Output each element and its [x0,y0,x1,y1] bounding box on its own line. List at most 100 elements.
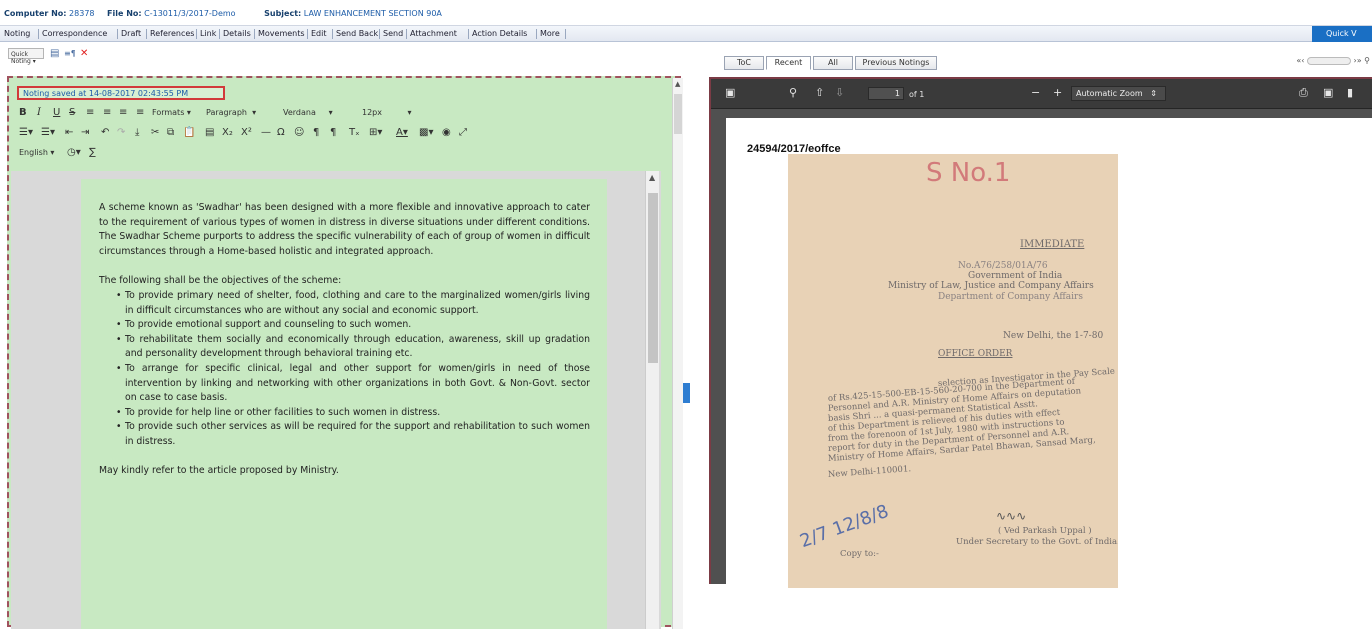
outdent-icon[interactable]: ⇤ [65,126,73,140]
scrollbar-thumb[interactable] [674,94,682,134]
file-no: C-13011/3/2017-Demo [144,9,236,18]
scroll-up-icon[interactable]: ▲ [675,80,680,88]
undo-icon[interactable]: ↶ [101,126,109,140]
menu-details[interactable]: Details [223,29,251,38]
document-slider[interactable] [1306,56,1351,65]
bold-icon[interactable]: B [19,106,27,120]
editor-scrollbar[interactable]: ▲ [672,78,683,629]
align-center-icon[interactable]: ≡ [103,106,111,120]
tab-toc[interactable]: ToC [724,56,764,70]
chevron-down-icon: ▾ [328,108,333,117]
paste-icon[interactable]: 📋 [183,126,195,140]
rtl-icon[interactable]: ¶ [330,126,336,140]
clock-icon[interactable]: ◷▾ [67,146,81,160]
menu-noting[interactable]: Noting [4,29,30,38]
scan-line: Under Secretary to the Govt. of India. [956,537,1118,547]
zoom-in-icon[interactable]: + [1053,87,1062,99]
preview-icon[interactable]: ◉ [442,126,451,140]
next-page-icon[interactable]: ⇩ [835,87,844,99]
indent-icon[interactable]: ⇥ [81,126,89,140]
cut-icon[interactable]: ✂ [151,126,159,140]
menu-draft[interactable]: Draft [121,29,141,38]
align-justify-icon[interactable]: ≡ [136,106,144,120]
language-dropdown[interactable]: English ▾ [19,147,54,159]
save-icon[interactable]: ▤ [50,48,59,59]
numbered-list-icon[interactable]: ☰▾ [41,126,55,140]
zoom-value: Automatic Zoom [1076,89,1143,98]
clear-format-icon[interactable]: Tₓ [349,126,360,140]
menu-send[interactable]: Send [383,29,403,38]
menu-action-details[interactable]: Action Details [472,29,527,38]
quick-noting-select[interactable]: Quick Noting ▾ [8,48,44,65]
menu-separator [146,29,147,39]
find-icon[interactable]: ▤ [205,126,214,140]
list-item: To provide emotional support and counsel… [116,318,590,333]
search-icon[interactable]: ⚲ [1364,56,1370,65]
download-icon[interactable]: ▣ [1323,87,1333,99]
align-right-icon[interactable]: ≡ [119,106,127,120]
font-family-dropdown[interactable]: Verdana ▾ [283,107,333,119]
italic-icon[interactable]: I [37,106,41,120]
subscript-icon[interactable]: X₂ [222,126,233,140]
file-meta: Computer No: 28378 File No: C-13011/3/20… [4,9,452,18]
table-icon[interactable]: ⊞▾ [369,126,382,140]
menu-more[interactable]: More [540,29,560,38]
zoom-out-icon[interactable]: − [1031,87,1040,99]
menu-send-back[interactable]: Send Back [336,29,378,38]
sidebar-toggle-icon[interactable]: ▣ [725,87,735,99]
bookmark-icon[interactable]: ▮ [1347,87,1353,99]
special-char-icon[interactable]: Ω [277,126,285,140]
text-color-icon[interactable]: A▾ [396,126,408,140]
copy-icon[interactable]: ⧉ [167,126,174,140]
tab-previous-notings[interactable]: Previous Notings [855,56,937,70]
content-scrollbar[interactable]: ▲ [645,171,659,629]
noting-text[interactable]: A scheme known as 'Swadhar' has been des… [81,179,607,629]
zoom-select[interactable]: Automatic Zoom ⇕ [1071,86,1166,101]
paragraph-mark-icon[interactable]: ≡¶ [64,48,76,59]
chevron-down-icon: ▾ [252,108,257,117]
search-icon[interactable]: ⚲ [789,87,797,99]
handwritten-initials: 2/7 12/8/8 [797,500,892,553]
panel-splitter-handle[interactable] [683,383,690,403]
menu-separator [406,29,407,39]
first-page-icon[interactable]: «‹ [1296,56,1304,65]
subject-label: Subject: [264,9,302,18]
redo-icon[interactable]: ↷ [117,126,125,140]
menu-edit[interactable]: Edit [311,29,327,38]
formats-dropdown[interactable]: Formats ▾ [152,107,191,119]
scroll-up-icon[interactable]: ▲ [649,173,655,182]
menu-references[interactable]: References [150,29,194,38]
fullscreen-icon[interactable]: ⤢ [459,126,467,140]
highlight-color-icon[interactable]: ▩▾ [419,126,433,140]
insert-icon[interactable]: ⤓ [135,126,139,140]
superscript-icon[interactable]: X² [241,126,252,140]
ltr-icon[interactable]: ¶ [313,126,319,140]
strikethrough-icon[interactable]: S [69,106,75,120]
menu-correspondence[interactable]: Correspondence [42,29,107,38]
menu-attachment[interactable]: Attachment [410,29,457,38]
scrollbar-thumb[interactable] [648,193,658,363]
horizontal-rule-icon[interactable]: — [261,126,271,140]
bullet-list-icon[interactable]: ☰▾ [19,126,33,140]
noting-editor-frame: Noting saved at 14-08-2017 02:43:55 PM B… [7,76,683,629]
menu-movements[interactable]: Movements [258,29,305,38]
quick-view-button[interactable]: Quick V [1312,26,1372,42]
transliterate-icon[interactable]: ∑ [89,146,96,160]
font-size-dropdown[interactable]: 12px ▾ [362,107,411,119]
print-icon[interactable]: ⎙ [1299,87,1308,99]
previous-page-icon[interactable]: ⇧ [815,87,824,99]
paragraph-dropdown[interactable]: Paragraph ▾ [206,107,256,119]
close-icon[interactable]: ✕ [80,48,88,59]
saved-status: Noting saved at 14-08-2017 02:43:55 PM [17,86,225,100]
page-number-input[interactable]: 1 [868,87,904,100]
emoticon-icon[interactable]: ☺ [294,126,304,140]
underline-icon[interactable]: U [53,106,60,120]
objectives-list: To provide primary need of shelter, food… [116,289,590,450]
menu-link[interactable]: Link [200,29,216,38]
last-page-icon[interactable]: ›» [1354,56,1362,65]
align-left-icon[interactable]: ≡ [86,106,94,120]
menu-separator [254,29,255,39]
tab-all[interactable]: All [813,56,853,70]
menu-separator [196,29,197,39]
tab-recent[interactable]: Recent [766,56,811,70]
